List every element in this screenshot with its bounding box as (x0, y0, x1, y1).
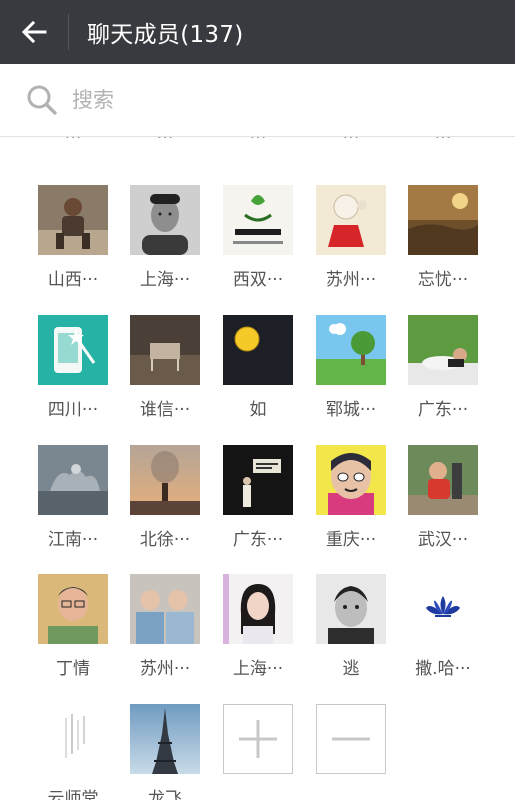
member-name: 广东··· (232, 530, 284, 550)
avatar (223, 574, 293, 644)
member-name: 北徐··· (139, 530, 191, 550)
avatar (130, 704, 200, 774)
avatar (408, 185, 478, 255)
member-cell[interactable]: 郓城··· (305, 315, 397, 425)
member-name: 重庆··· (325, 530, 377, 550)
member-name: 广东··· (417, 400, 469, 420)
member-cell[interactable]: 江南··· (27, 445, 119, 555)
avatar (408, 315, 478, 385)
member-name: 上海··· (139, 270, 191, 290)
member-cell[interactable]: 重庆··· (305, 445, 397, 555)
member-cell[interactable]: 谁信··· (119, 315, 211, 425)
avatar (38, 315, 108, 385)
avatar (408, 445, 478, 515)
member-grid: 山西··· 上海··· 西双··· 苏州··· 忘忧··· 四川··· 谁信··… (0, 137, 515, 800)
member-grid-area[interactable]: … … … … … 山西··· 上海··· (0, 137, 515, 800)
member-name: 撒.哈··· (415, 659, 471, 679)
add-member-button[interactable] (223, 704, 293, 774)
member-name: 忘忧··· (417, 270, 469, 290)
avatar (130, 445, 200, 515)
member-name: 丁情 (56, 659, 90, 679)
member-cell[interactable]: 北徐··· (119, 445, 211, 555)
avatar (223, 185, 293, 255)
member-cell[interactable]: 苏州··· (119, 574, 211, 684)
member-cell[interactable]: 四川··· (27, 315, 119, 425)
member-cell[interactable]: 山西··· (27, 185, 119, 295)
member-cell[interactable]: 苏州··· (305, 185, 397, 295)
avatar (38, 185, 108, 255)
member-name: 谁信··· (139, 400, 191, 420)
remove-member-cell[interactable] (305, 704, 397, 800)
member-name: 西双··· (232, 270, 284, 290)
title-bar: 聊天成员(137) (0, 0, 515, 64)
avatar (316, 445, 386, 515)
member-name: 武汉··· (417, 530, 469, 550)
header-divider (68, 14, 69, 50)
member-cell[interactable]: 云师堂 (27, 704, 119, 800)
minus-icon (332, 737, 370, 741)
avatar (223, 315, 293, 385)
member-name: 山西··· (47, 270, 99, 290)
member-cell[interactable]: 逃 (305, 574, 397, 684)
avatar (408, 574, 478, 644)
member-name: 如 (249, 400, 267, 420)
member-name: 苏州··· (325, 270, 377, 290)
member-cell[interactable]: 龙飞 (119, 704, 211, 800)
arrow-left-icon (21, 20, 47, 44)
member-cell[interactable]: 上海··· (212, 574, 304, 684)
avatar (38, 704, 108, 774)
avatar (130, 574, 200, 644)
avatar (130, 315, 200, 385)
avatar (38, 445, 108, 515)
avatar (316, 574, 386, 644)
plus-icon (239, 720, 277, 758)
member-name: 四川··· (47, 400, 99, 420)
search-input[interactable] (70, 87, 454, 113)
member-cell[interactable]: 撒.哈··· (397, 574, 489, 684)
add-member-cell[interactable] (212, 704, 304, 800)
member-name: 苏州··· (139, 659, 191, 679)
member-cell[interactable]: 上海··· (119, 185, 211, 295)
page-title: 聊天成员(137) (87, 22, 244, 48)
member-name: 上海··· (232, 659, 284, 679)
search-bar (0, 64, 515, 137)
avatar (130, 185, 200, 255)
remove-member-button[interactable] (316, 704, 386, 774)
member-name: 江南··· (47, 530, 99, 550)
member-cell[interactable]: 西双··· (212, 185, 304, 295)
avatar (316, 185, 386, 255)
search-icon (27, 85, 57, 115)
member-cell[interactable]: 忘忧··· (397, 185, 489, 295)
avatar (316, 315, 386, 385)
member-name: 郓城··· (325, 400, 377, 420)
member-name: 云师堂 (47, 789, 99, 800)
member-cell[interactable]: 广东··· (397, 315, 489, 425)
member-cell[interactable]: 广东··· (212, 445, 304, 555)
avatar (38, 574, 108, 644)
member-name: 龙飞 (148, 789, 182, 800)
member-cell[interactable]: 丁情 (27, 574, 119, 684)
member-cell[interactable]: 如 (212, 315, 304, 425)
member-cell[interactable]: 武汉··· (397, 445, 489, 555)
back-button[interactable] (0, 0, 68, 64)
member-name: 逃 (342, 659, 360, 679)
avatar (223, 445, 293, 515)
